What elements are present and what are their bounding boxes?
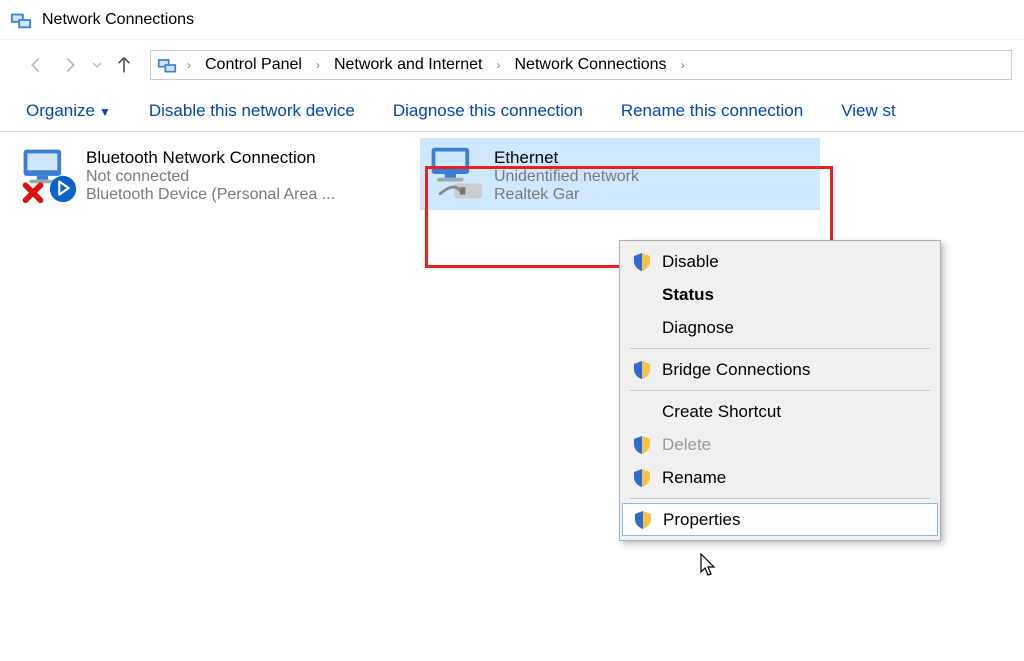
connection-device: Realtek Gar [494, 186, 639, 204]
connection-name: Bluetooth Network Connection [86, 148, 335, 168]
menu-label: Bridge Connections [662, 360, 810, 380]
connection-item-bluetooth[interactable]: Bluetooth Network Connection Not connect… [12, 138, 412, 210]
menu-item-rename[interactable]: Rename [622, 461, 938, 494]
menu-label: Create Shortcut [662, 402, 781, 422]
menu-item-diagnose[interactable]: Diagnose [622, 311, 938, 344]
shield-icon [632, 468, 652, 488]
bc-sep: › [675, 58, 691, 72]
recent-dropdown[interactable] [90, 51, 104, 79]
bc-sep: › [181, 58, 197, 72]
view-status-link[interactable]: View st [841, 101, 896, 121]
connection-name: Ethernet [494, 148, 639, 168]
shield-icon [632, 252, 652, 272]
menu-separator [630, 498, 930, 499]
menu-label: Diagnose [662, 318, 734, 338]
connections-list: Bluetooth Network Connection Not connect… [0, 132, 1024, 216]
menu-item-bridge[interactable]: Bridge Connections [622, 353, 938, 386]
window-title: Network Connections [42, 11, 194, 29]
bluetooth-connection-icon [18, 144, 78, 204]
network-connections-icon [157, 55, 177, 75]
bc-sep: › [490, 58, 506, 72]
ethernet-connection-icon [426, 144, 486, 204]
menu-separator [630, 348, 930, 349]
organize-label: Organize [26, 101, 95, 120]
connection-status: Unidentified network [494, 168, 639, 186]
organize-menu[interactable]: Organize▼ [26, 101, 111, 121]
shield-icon [633, 510, 653, 530]
rename-connection-link[interactable]: Rename this connection [621, 101, 803, 121]
up-button[interactable] [110, 51, 138, 79]
diagnose-connection-link[interactable]: Diagnose this connection [393, 101, 583, 121]
menu-item-status[interactable]: Status [622, 278, 938, 311]
menu-separator [630, 390, 930, 391]
shield-icon [632, 360, 652, 380]
breadcrumb-item[interactable]: Network and Internet [330, 56, 487, 74]
forward-button[interactable] [56, 51, 84, 79]
breadcrumb[interactable]: › Control Panel › Network and Internet ›… [150, 50, 1012, 80]
menu-label: Properties [663, 510, 740, 530]
blank-icon [632, 402, 652, 422]
disable-device-link[interactable]: Disable this network device [149, 101, 355, 121]
menu-label: Delete [662, 435, 711, 455]
connection-device: Bluetooth Device (Personal Area ... [86, 186, 335, 204]
network-connections-icon [10, 9, 32, 31]
connection-status: Not connected [86, 168, 335, 186]
breadcrumb-item[interactable]: Control Panel [201, 56, 306, 74]
nav-row: › Control Panel › Network and Internet ›… [0, 40, 1024, 90]
menu-label: Disable [662, 252, 719, 272]
bc-sep: › [310, 58, 326, 72]
blank-icon [632, 285, 652, 305]
breadcrumb-item[interactable]: Network Connections [510, 56, 670, 74]
shield-icon [632, 435, 652, 455]
menu-item-delete[interactable]: Delete [622, 428, 938, 461]
menu-item-properties[interactable]: Properties [622, 503, 938, 536]
menu-item-create-shortcut[interactable]: Create Shortcut [622, 395, 938, 428]
cursor-icon [700, 553, 720, 579]
context-menu: Disable Status Diagnose Bridge Connectio… [619, 240, 941, 541]
title-bar: Network Connections [0, 0, 1024, 40]
menu-item-disable[interactable]: Disable [622, 245, 938, 278]
back-button[interactable] [22, 51, 50, 79]
connection-item-ethernet[interactable]: Ethernet Unidentified network Realtek Ga… [420, 138, 820, 210]
toolbar: Organize▼ Disable this network device Di… [0, 90, 1024, 132]
blank-icon [632, 318, 652, 338]
menu-label: Status [662, 285, 714, 305]
menu-label: Rename [662, 468, 726, 488]
